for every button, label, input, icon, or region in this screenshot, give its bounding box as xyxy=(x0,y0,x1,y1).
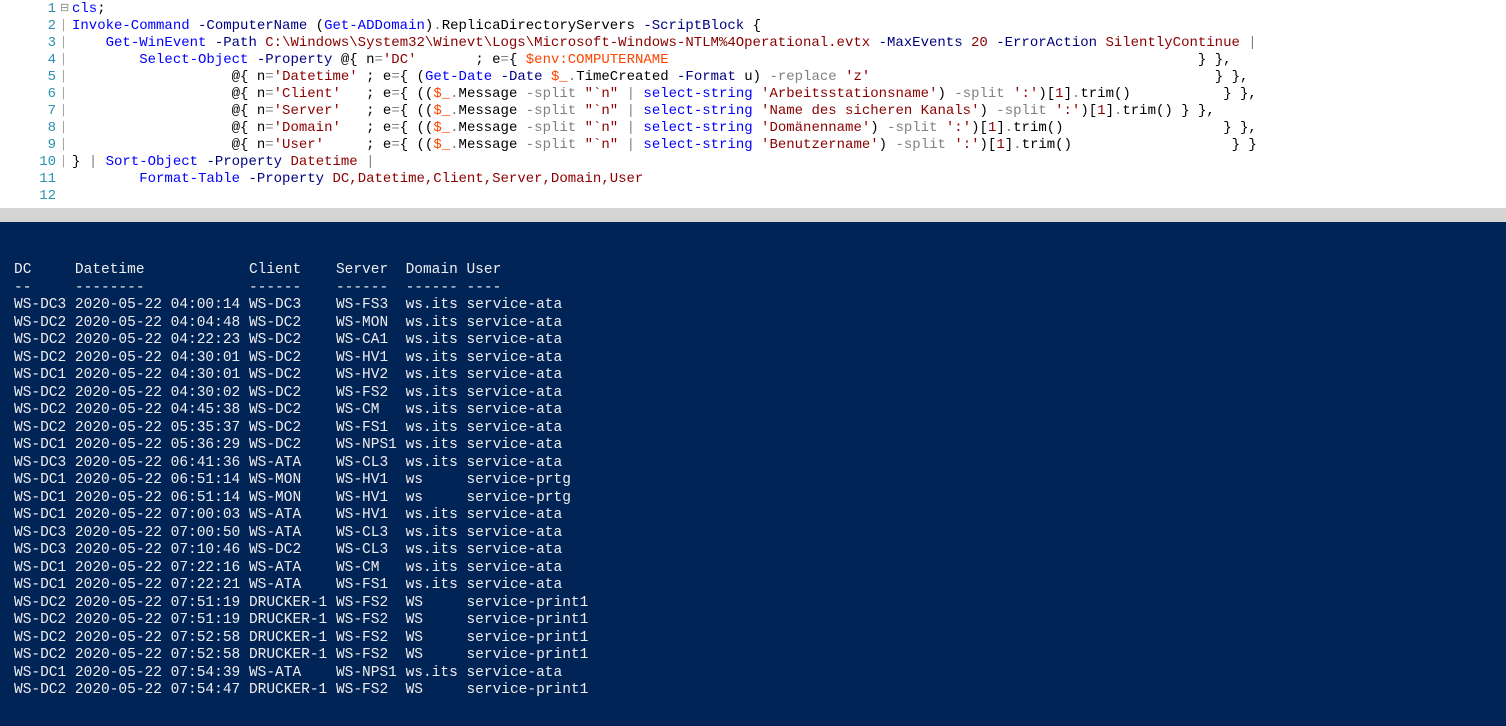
fold-mark[interactable]: ⊟ xyxy=(60,1,72,18)
editor-scrollbar[interactable] xyxy=(0,208,1506,222)
line-number: 11 xyxy=(0,171,56,188)
line-number: 4 xyxy=(0,52,56,69)
fold-mark[interactable]: │ xyxy=(60,69,72,86)
line-number: 5 xyxy=(0,69,56,86)
line-number: 10 xyxy=(0,154,56,171)
fold-mark[interactable]: │ xyxy=(60,86,72,103)
line-number-gutter: 123456789101112 xyxy=(0,0,60,208)
line-number: 3 xyxy=(0,35,56,52)
line-number: 6 xyxy=(0,86,56,103)
fold-mark[interactable]: │ xyxy=(60,154,72,171)
line-number: 1 xyxy=(0,1,56,18)
line-number: 12 xyxy=(0,188,56,205)
line-number: 7 xyxy=(0,103,56,120)
line-number: 8 xyxy=(0,120,56,137)
code-content[interactable]: cls;Invoke-Command -ComputerName (Get-AD… xyxy=(72,0,1506,208)
fold-mark[interactable]: │ xyxy=(60,137,72,154)
line-number: 9 xyxy=(0,137,56,154)
fold-mark[interactable]: │ xyxy=(60,18,72,35)
powershell-output[interactable]: DC Datetime Client Server Domain User --… xyxy=(0,222,1506,726)
fold-mark[interactable]: │ xyxy=(60,35,72,52)
line-number: 2 xyxy=(0,18,56,35)
fold-column[interactable]: ⊟│││││││││ xyxy=(60,0,72,208)
fold-mark[interactable]: │ xyxy=(60,52,72,69)
code-editor[interactable]: 123456789101112 ⊟│││││││││ cls;Invoke-Co… xyxy=(0,0,1506,208)
fold-mark[interactable]: │ xyxy=(60,120,72,137)
fold-mark[interactable]: │ xyxy=(60,103,72,120)
